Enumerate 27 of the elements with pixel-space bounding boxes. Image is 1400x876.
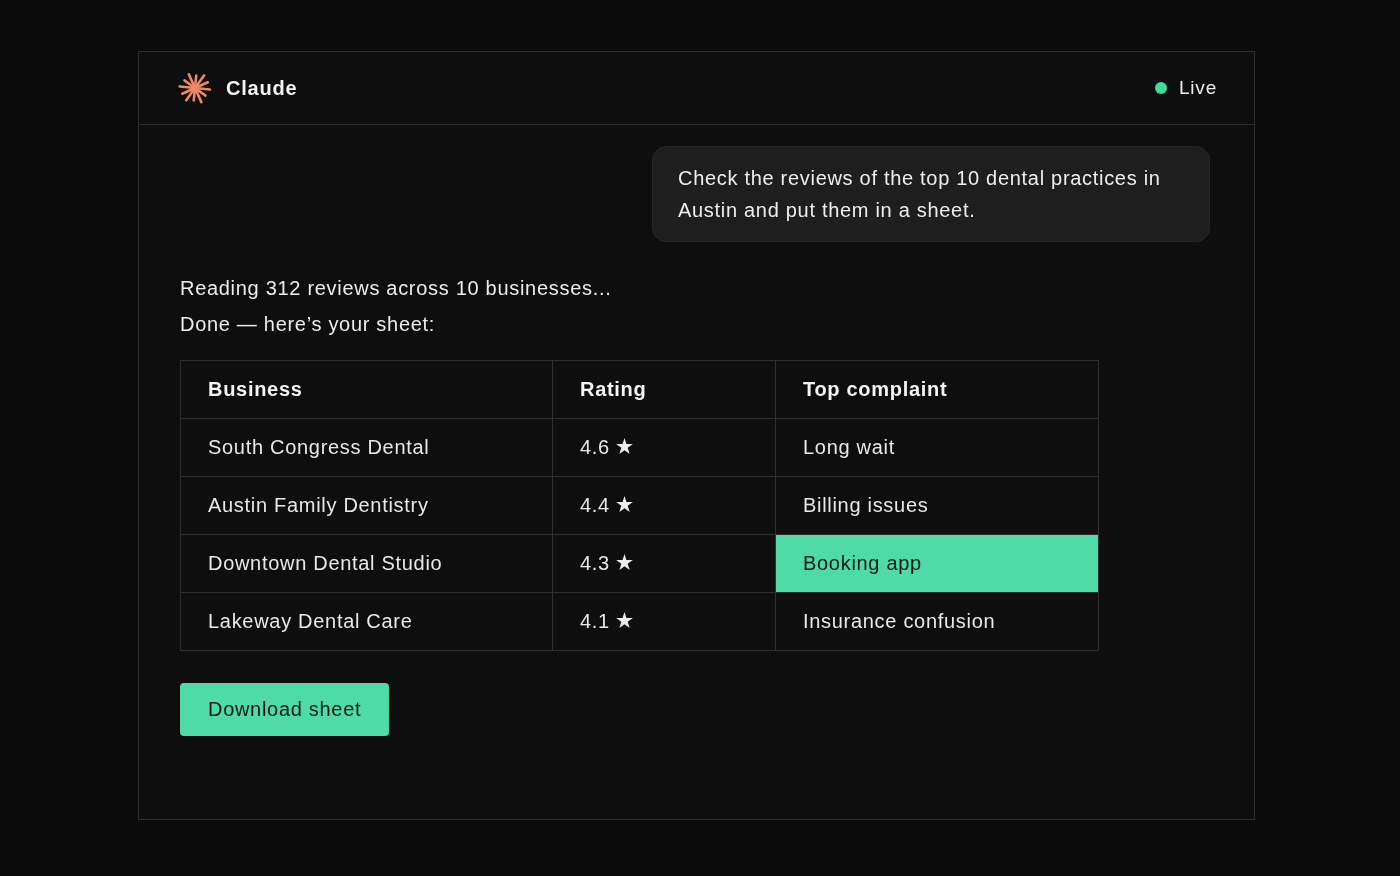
rating-text: 4.3 bbox=[580, 552, 610, 575]
asterisk-logo-icon bbox=[178, 71, 212, 105]
table-cell: Downtown Dental Studio bbox=[180, 534, 553, 593]
star-icon bbox=[615, 496, 633, 513]
download-button[interactable]: Download sheet bbox=[180, 683, 390, 736]
rating-text: 4.4 bbox=[580, 494, 610, 517]
table-cell: Insurance confusion bbox=[775, 592, 1099, 651]
star-icon bbox=[615, 612, 633, 629]
table-cell: Austin Family Dentistry bbox=[180, 476, 553, 535]
column-header: Top complaint bbox=[775, 360, 1099, 419]
table-cell: Booking app bbox=[775, 534, 1099, 593]
rating-text: 4.6 bbox=[580, 436, 610, 459]
app-title: Claude bbox=[226, 76, 298, 100]
table-cell: Billing issues bbox=[775, 476, 1099, 535]
status-label: Live bbox=[1178, 77, 1217, 99]
column-header: Rating bbox=[552, 360, 776, 419]
progress-text: Reading 312 reviews across 10 businesses... bbox=[180, 276, 612, 301]
user-message: Check the reviews of the top 10 dental practices in Austin and put them in a sheet. bbox=[652, 146, 1210, 242]
table-cell: South Congress Dental bbox=[180, 418, 553, 477]
rating-text: 4.1 bbox=[580, 610, 610, 633]
star-icon bbox=[615, 438, 633, 455]
column-header: Business bbox=[180, 360, 553, 419]
status-dot-icon bbox=[1154, 82, 1167, 94]
table-cell: Long wait bbox=[775, 418, 1099, 477]
reply-text: Done — here’s your sheet: bbox=[180, 312, 436, 337]
table-cell: Lakeway Dental Care bbox=[180, 592, 553, 651]
star-icon bbox=[615, 554, 633, 571]
